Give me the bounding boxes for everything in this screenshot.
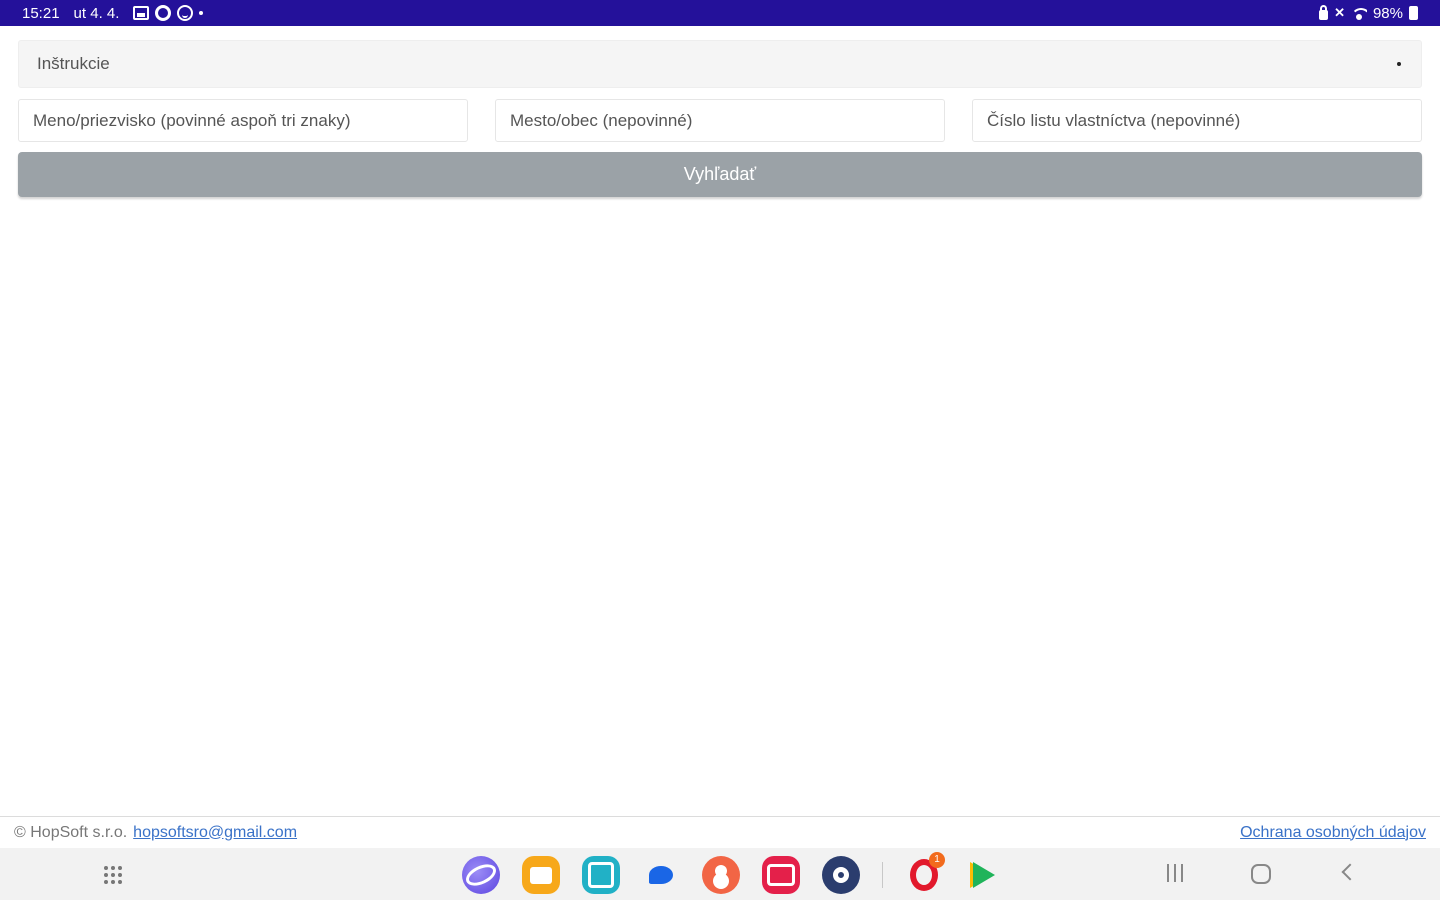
notification-badge: 1: [929, 852, 945, 868]
wifi-icon: [1350, 6, 1367, 20]
email-link[interactable]: hopsoftsro@gmail.com: [133, 824, 297, 842]
navigation-bar: 1: [0, 848, 1440, 900]
settings-icon[interactable]: [822, 856, 860, 894]
gallery-notification-icon: [133, 6, 150, 20]
files-icon[interactable]: [522, 856, 560, 894]
video-icon[interactable]: [762, 856, 800, 894]
more-notifications-icon: [199, 11, 204, 15]
contacts-icon[interactable]: [702, 856, 740, 894]
copyright-text: © HopSoft s.r.o.: [14, 823, 128, 841]
ownership-sheet-input[interactable]: [972, 99, 1422, 142]
search-form: [18, 99, 1422, 142]
dropdown-caret-icon: [1397, 62, 1401, 66]
internet-icon[interactable]: [462, 856, 500, 894]
opera-icon[interactable]: 1: [905, 852, 945, 894]
name-input[interactable]: [18, 99, 468, 142]
mute-icon: ✕: [1334, 5, 1345, 20]
privacy-link[interactable]: Ochrana osobných údajov: [1240, 824, 1426, 842]
dock-divider: [882, 862, 883, 888]
battery-level: 98%: [1372, 4, 1403, 22]
status-time: 15:21: [22, 4, 60, 22]
instructions-dropdown[interactable]: Inštrukcie: [18, 40, 1422, 88]
messages-icon[interactable]: [642, 856, 680, 894]
status-date: ut 4. 4.: [73, 4, 120, 22]
footer: © HopSoft s.r.o. hopsoftsro@gmail.com Oc…: [0, 816, 1440, 848]
instructions-label: Inštrukcie: [37, 54, 110, 73]
status-bar: 15:21 ut 4. 4. ✕ 98%: [0, 0, 1440, 26]
opera-notification-icon: [155, 5, 172, 21]
play-store-icon[interactable]: [965, 856, 1003, 894]
calendar-icon[interactable]: [582, 856, 620, 894]
home-icon[interactable]: [1251, 864, 1271, 884]
search-button[interactable]: Vyhľadať: [18, 152, 1422, 197]
back-icon[interactable]: [1341, 863, 1359, 881]
app-dock: 1: [462, 852, 1003, 894]
battery-icon: [1409, 6, 1418, 20]
recent-apps-icon[interactable]: [1165, 864, 1185, 884]
emoji-notification-icon: [177, 5, 194, 21]
lock-icon: [1319, 4, 1329, 20]
city-input[interactable]: [495, 99, 945, 142]
app-drawer-icon[interactable]: [104, 866, 122, 884]
